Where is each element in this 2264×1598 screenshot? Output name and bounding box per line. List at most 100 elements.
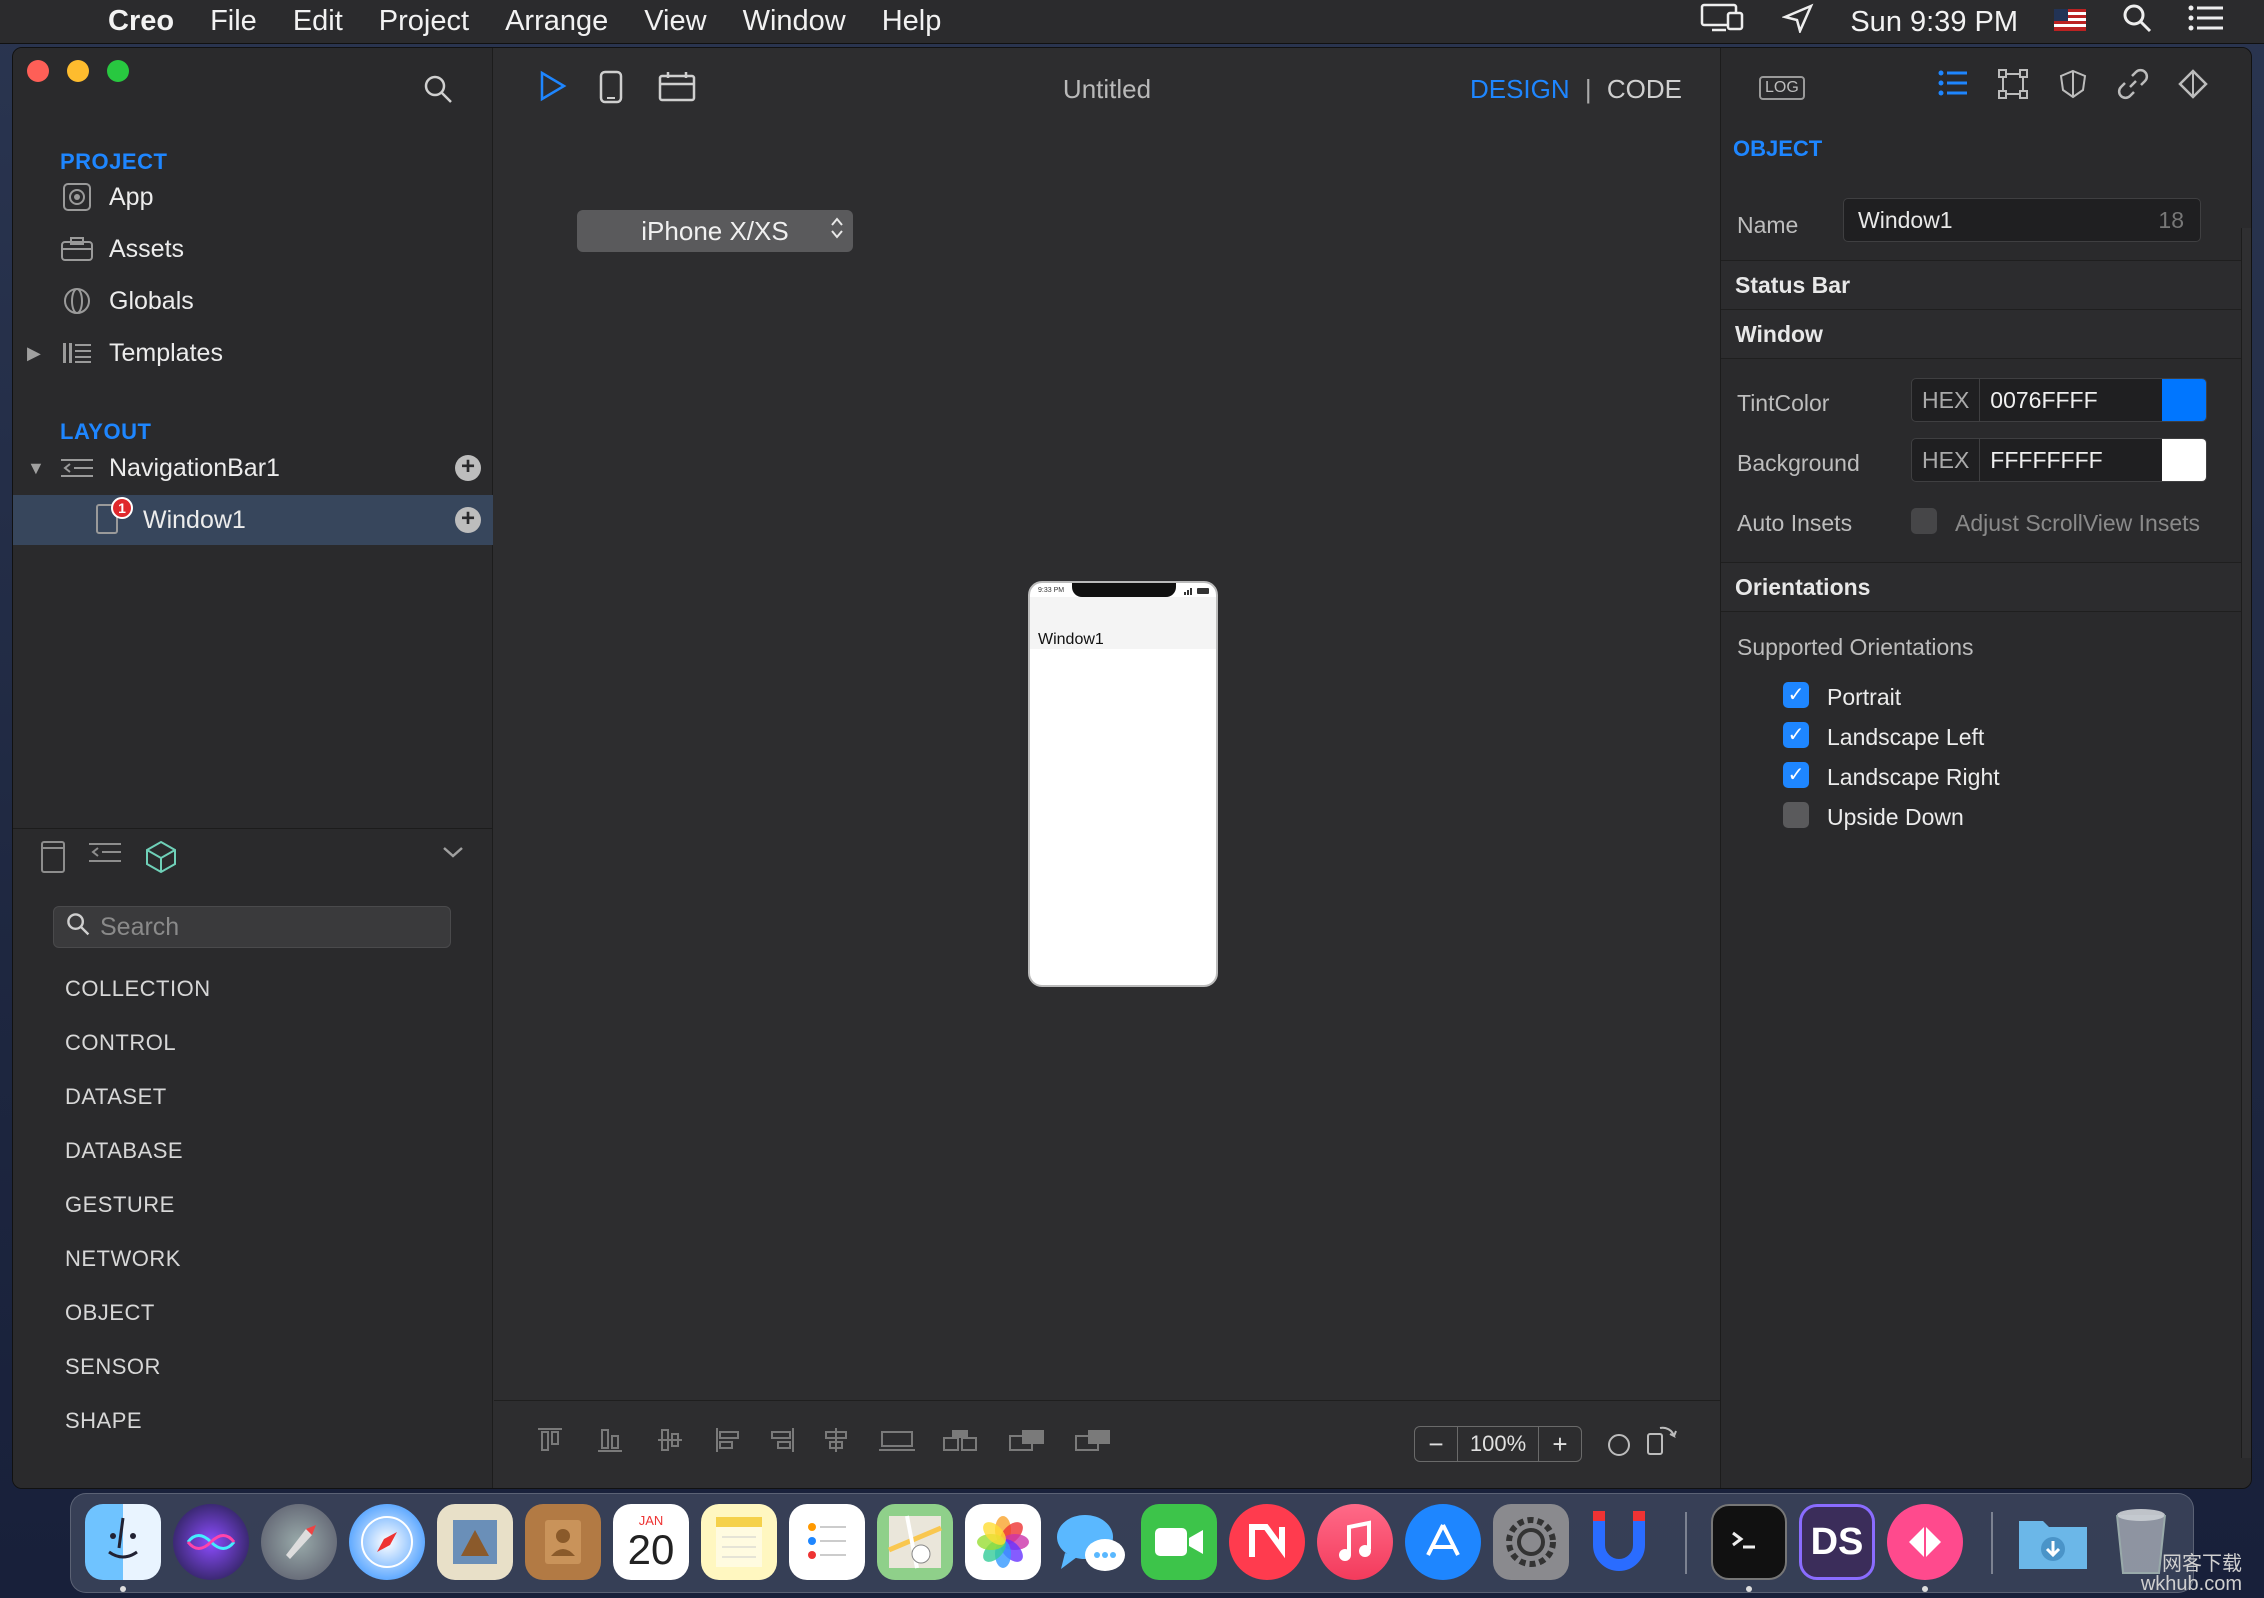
flag-icon[interactable] <box>2054 6 2086 39</box>
align-top-icon[interactable] <box>536 1426 564 1461</box>
align-vertical-center-icon[interactable] <box>656 1426 684 1461</box>
layout-item-navigationbar1[interactable]: ▼ NavigationBar1 + <box>13 443 493 493</box>
disclosure-right-icon[interactable]: ▶ <box>27 343 41 364</box>
messages-icon[interactable] <box>1053 1504 1129 1580</box>
close-window-button[interactable] <box>27 60 49 82</box>
layout-item-window1[interactable]: 1 Window1 + <box>13 495 493 545</box>
sidebar-item-globals[interactable]: Globals <box>13 276 493 326</box>
launchpad-icon[interactable] <box>261 1504 337 1580</box>
notes-icon[interactable] <box>701 1504 777 1580</box>
menu-file[interactable]: File <box>210 5 257 38</box>
menu-arrange[interactable]: Arrange <box>505 5 608 38</box>
downloads-folder-icon[interactable] <box>2015 1504 2091 1580</box>
minimize-window-button[interactable] <box>67 60 89 82</box>
menu-view[interactable]: View <box>644 5 706 38</box>
menu-app-name[interactable]: Creo <box>108 5 174 38</box>
category-sensor[interactable]: SENSOR <box>65 1354 161 1380</box>
menu-project[interactable]: Project <box>379 5 469 38</box>
category-object[interactable]: OBJECT <box>65 1300 155 1326</box>
list-icon[interactable] <box>2188 5 2224 39</box>
tintcolor-field[interactable]: HEX 0076FFFF <box>1911 378 2207 422</box>
zoom-out-button[interactable]: − <box>1415 1429 1457 1460</box>
menu-window[interactable]: Window <box>743 5 846 38</box>
align-left-icon[interactable] <box>714 1426 742 1461</box>
inspector-scrollbar[interactable] <box>2241 228 2251 1458</box>
orientations-header[interactable]: Orientations <box>1721 562 2251 612</box>
log-button[interactable]: LOG <box>1759 76 1805 100</box>
align-horizontal-center-icon[interactable] <box>822 1426 850 1461</box>
bring-forward-icon[interactable] <box>1008 1426 1046 1461</box>
safari-icon[interactable] <box>349 1504 425 1580</box>
siri-icon[interactable] <box>173 1504 249 1580</box>
kite-icon[interactable] <box>1887 1504 1963 1580</box>
clock[interactable]: Sun 9:39 PM <box>1850 6 2018 39</box>
display-icon[interactable] <box>1700 3 1746 41</box>
sidebar-item-app[interactable]: App <box>13 172 493 222</box>
diamond-icon[interactable] <box>2177 68 2209 108</box>
add-child-button[interactable]: + <box>455 455 481 481</box>
terminal-icon[interactable] <box>1711 1504 1787 1580</box>
zoom-window-button[interactable] <box>107 60 129 82</box>
code-tab[interactable]: CODE <box>1607 74 1682 104</box>
device-select[interactable]: iPhone X/XS <box>577 210 853 252</box>
ds-app-icon[interactable]: DS <box>1799 1504 1875 1580</box>
category-network[interactable]: NETWORK <box>65 1246 181 1272</box>
distribute-icon[interactable] <box>878 1426 916 1461</box>
library-tab-object-icon[interactable] <box>143 840 179 876</box>
rotate-device-icon[interactable] <box>1644 1422 1680 1463</box>
sidebar-item-assets[interactable]: Assets <box>13 224 493 274</box>
adjust-scrollview-checkbox[interactable] <box>1911 508 1937 534</box>
library-search-input[interactable]: Search <box>53 906 451 948</box>
background-field[interactable]: HEX FFFFFFFF <box>1911 438 2207 482</box>
news-icon[interactable] <box>1229 1504 1305 1580</box>
add-child-button[interactable]: + <box>455 507 481 533</box>
design-tab[interactable]: DESIGN <box>1470 74 1570 104</box>
contacts-icon[interactable] <box>525 1504 601 1580</box>
shield-icon[interactable] <box>2057 68 2089 108</box>
phone-preview[interactable]: 9:33 PM Window1 <box>1028 581 1218 987</box>
zoom-value[interactable]: 100% <box>1457 1427 1539 1461</box>
properties-list-icon[interactable] <box>1937 68 1969 106</box>
disclosure-down-icon[interactable]: ▼ <box>27 458 45 479</box>
name-field[interactable]: Window1 18 <box>1843 198 2201 242</box>
system-preferences-icon[interactable] <box>1493 1504 1569 1580</box>
size-inspector-icon[interactable] <box>1997 68 2029 108</box>
reminders-icon[interactable] <box>789 1504 865 1580</box>
window-header[interactable]: Window <box>1721 309 2251 359</box>
landscape-left-checkbox[interactable]: ✓ <box>1783 722 1809 748</box>
zoom-in-button[interactable]: + <box>1539 1429 1581 1460</box>
magnet-icon[interactable] <box>1581 1504 1657 1580</box>
music-icon[interactable] <box>1317 1504 1393 1580</box>
upside-down-checkbox[interactable] <box>1783 802 1809 828</box>
library-collapse-chevron-icon[interactable] <box>441 844 465 865</box>
portrait-checkbox[interactable]: ✓ <box>1783 682 1809 708</box>
tintcolor-value[interactable]: 0076FFFF <box>1980 387 2162 414</box>
category-shape[interactable]: SHAPE <box>65 1408 142 1434</box>
photos-icon[interactable] <box>965 1504 1041 1580</box>
tintcolor-swatch[interactable] <box>2162 379 2206 421</box>
mail-icon[interactable] <box>437 1504 513 1580</box>
menu-edit[interactable]: Edit <box>293 5 343 38</box>
status-bar-header[interactable]: Status Bar <box>1721 260 2251 310</box>
library-tab-screen-icon[interactable] <box>35 840 71 876</box>
group-icon[interactable] <box>942 1426 980 1461</box>
landscape-right-checkbox[interactable]: ✓ <box>1783 762 1809 788</box>
background-swatch[interactable] <box>2162 439 2206 481</box>
category-dataset[interactable]: DATASET <box>65 1084 167 1110</box>
background-value[interactable]: FFFFFFFF <box>1980 447 2162 474</box>
category-database[interactable]: DATABASE <box>65 1138 183 1164</box>
location-icon[interactable] <box>1781 3 1814 41</box>
align-bottom-icon[interactable] <box>596 1426 624 1461</box>
sidebar-item-templates[interactable]: ▶ Templates <box>13 328 493 378</box>
category-collection[interactable]: COLLECTION <box>65 976 211 1002</box>
library-tab-navbar-icon[interactable] <box>87 840 123 876</box>
link-icon[interactable] <box>2117 68 2149 108</box>
finder-icon[interactable] <box>85 1504 161 1580</box>
category-gesture[interactable]: GESTURE <box>65 1192 175 1218</box>
calendar-icon[interactable]: JAN 20 <box>613 1504 689 1580</box>
sidebar-search-icon[interactable] <box>423 74 453 109</box>
align-right-icon[interactable] <box>768 1426 796 1461</box>
circle-shape-icon[interactable] <box>1606 1432 1632 1463</box>
menu-help[interactable]: Help <box>882 5 942 38</box>
app-store-icon[interactable] <box>1405 1504 1481 1580</box>
